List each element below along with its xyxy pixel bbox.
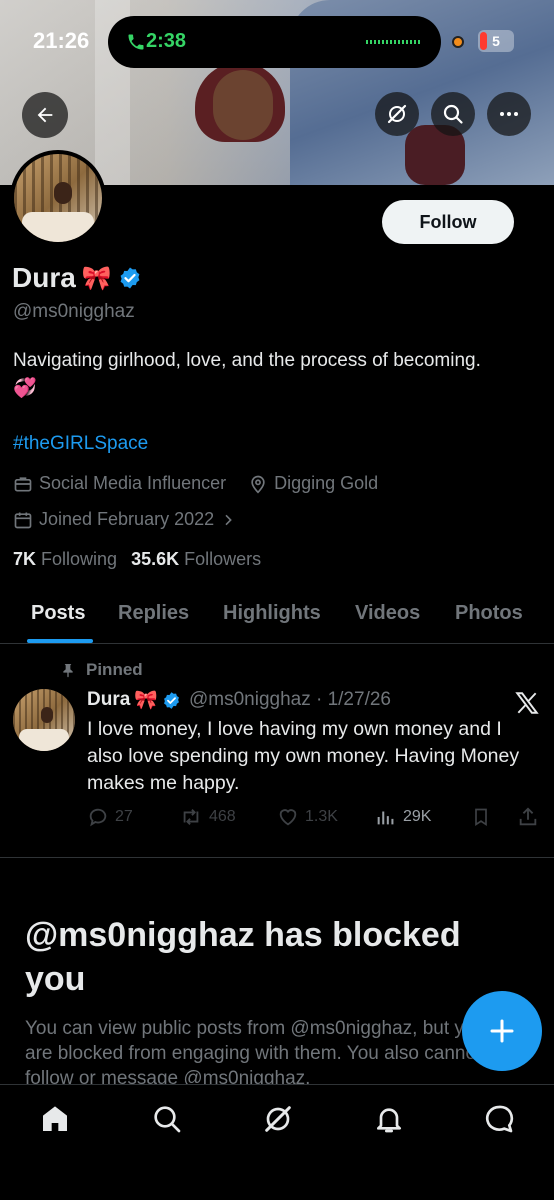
grok-icon [387, 104, 407, 124]
profession-text: Social Media Influencer [39, 473, 227, 493]
tab-replies[interactable]: Replies [118, 602, 189, 625]
post-divider [0, 857, 554, 858]
compose-post-button[interactable] [462, 991, 542, 1071]
reply-icon [89, 808, 107, 827]
bottom-navigation [0, 1084, 554, 1200]
bio-emoji: 💞 [13, 378, 37, 399]
followers-count: 35.6K [131, 549, 180, 569]
profile-handle: @ms0nigghaz [13, 301, 135, 322]
views-chart-icon [377, 811, 394, 825]
x-logo-icon[interactable] [514, 690, 540, 716]
repost-count: 468 [209, 808, 236, 825]
battery-indicator: 5 [478, 30, 514, 52]
arrow-left-icon [37, 107, 53, 123]
followers-link[interactable]: 35.6K Followers [131, 549, 261, 570]
name-emoji: 🎀 [81, 264, 112, 292]
privacy-dot-icon [452, 36, 464, 48]
following-link[interactable]: 7K Following [13, 549, 117, 570]
joined-row[interactable]: Joined February 2022 [13, 509, 236, 530]
bio-text: Navigating girlhood, love, and the proce… [13, 350, 481, 371]
post-author-emoji: 🎀 [134, 690, 158, 711]
heart-icon [279, 809, 297, 826]
search-button[interactable] [431, 92, 475, 136]
views-count: 29K [403, 808, 432, 825]
joined-text: Joined February 2022 [39, 509, 215, 529]
post-actions: 27 468 1.3K 29K [87, 806, 542, 834]
follow-button[interactable]: Follow [382, 200, 514, 244]
calendar-icon [14, 512, 32, 528]
location-text: Digging Gold [274, 473, 379, 493]
followers-label: Followers [184, 549, 262, 569]
following-count: 7K [13, 549, 37, 569]
briefcase-icon [14, 476, 32, 491]
search-icon [443, 104, 463, 124]
reply-count: 27 [115, 808, 133, 825]
bio-hashtag-link[interactable]: #theGIRLSpace [13, 433, 148, 455]
notifications-icon[interactable] [373, 1103, 405, 1135]
more-button[interactable] [487, 92, 531, 136]
verified-badge-icon [164, 691, 179, 709]
location-item: Digging Gold [248, 473, 378, 494]
status-time: 21:26 [33, 28, 90, 53]
repost-icon [183, 809, 199, 825]
share-icon [519, 807, 537, 826]
pin-icon [63, 664, 73, 678]
display-name: Dura [12, 262, 76, 293]
plus-icon [490, 1019, 514, 1043]
share-button[interactable] [517, 806, 539, 828]
pinned-label: Pinned [86, 660, 143, 679]
bookmark-icon [475, 808, 487, 827]
tab-highlights[interactable]: Highlights [223, 602, 321, 625]
active-tab-indicator [27, 639, 93, 643]
chevron-right-icon [225, 514, 232, 525]
verified-badge-icon[interactable] [118, 266, 142, 290]
battery-level: 5 [492, 33, 500, 49]
profession-item: Social Media Influencer [13, 473, 226, 494]
blocked-title: @ms0nigghaz has blocked you [25, 916, 461, 998]
profile-bio: Navigating girlhood, love, and the proce… [13, 347, 543, 403]
grok-button[interactable] [375, 92, 419, 136]
profile-avatar[interactable] [10, 150, 106, 246]
phone-icon [128, 34, 144, 50]
profile-meta-row: Social Media Influencer Digging Gold [13, 473, 378, 494]
like-button[interactable]: 1.3K [277, 806, 338, 828]
repost-button[interactable]: 468 [179, 806, 236, 828]
dynamic-island[interactable]: 2:38 [108, 16, 441, 68]
tab-posts[interactable]: Posts [31, 602, 85, 625]
post-handle-date: @ms0nigghaz · 1/27/26 [188, 689, 391, 710]
post-avatar[interactable] [13, 689, 75, 751]
tab-photos[interactable]: Photos [455, 602, 523, 625]
joined-item[interactable]: Joined February 2022 [13, 509, 236, 530]
tab-videos[interactable]: Videos [355, 602, 420, 625]
location-pin-icon [251, 475, 265, 494]
more-icon [500, 112, 518, 116]
profile-name-row: Dura 🎀 [12, 262, 142, 294]
back-button[interactable] [22, 92, 68, 138]
messages-icon[interactable] [483, 1103, 515, 1135]
search-icon[interactable] [151, 1103, 183, 1135]
pinned-indicator: Pinned [60, 660, 143, 680]
avatar-image [14, 154, 102, 242]
follow-counts: 7K Following 35.6K Followers [13, 549, 261, 570]
battery-fill [480, 32, 487, 50]
blocked-description: You can view public posts from @ms0niggh… [25, 1018, 486, 1084]
bookmark-button[interactable] [471, 806, 491, 828]
post-header: Dura 🎀 @ms0nigghaz · 1/27/26 [87, 688, 391, 712]
home-icon[interactable] [39, 1103, 71, 1135]
banner-person-face [213, 70, 273, 140]
grok-icon[interactable] [262, 1103, 294, 1135]
profile-tabs: Posts Replies Highlights Videos Photos [0, 590, 554, 644]
like-count: 1.3K [305, 808, 338, 825]
post-text[interactable]: I love money, I love having my own money… [87, 716, 537, 797]
post-author-name[interactable]: Dura [87, 689, 130, 711]
reply-button[interactable]: 27 [87, 806, 133, 828]
views-button[interactable]: 29K [375, 806, 431, 828]
call-timer: 2:38 [146, 30, 187, 52]
following-label: Following [41, 549, 118, 569]
audio-wave-icon [366, 40, 421, 44]
